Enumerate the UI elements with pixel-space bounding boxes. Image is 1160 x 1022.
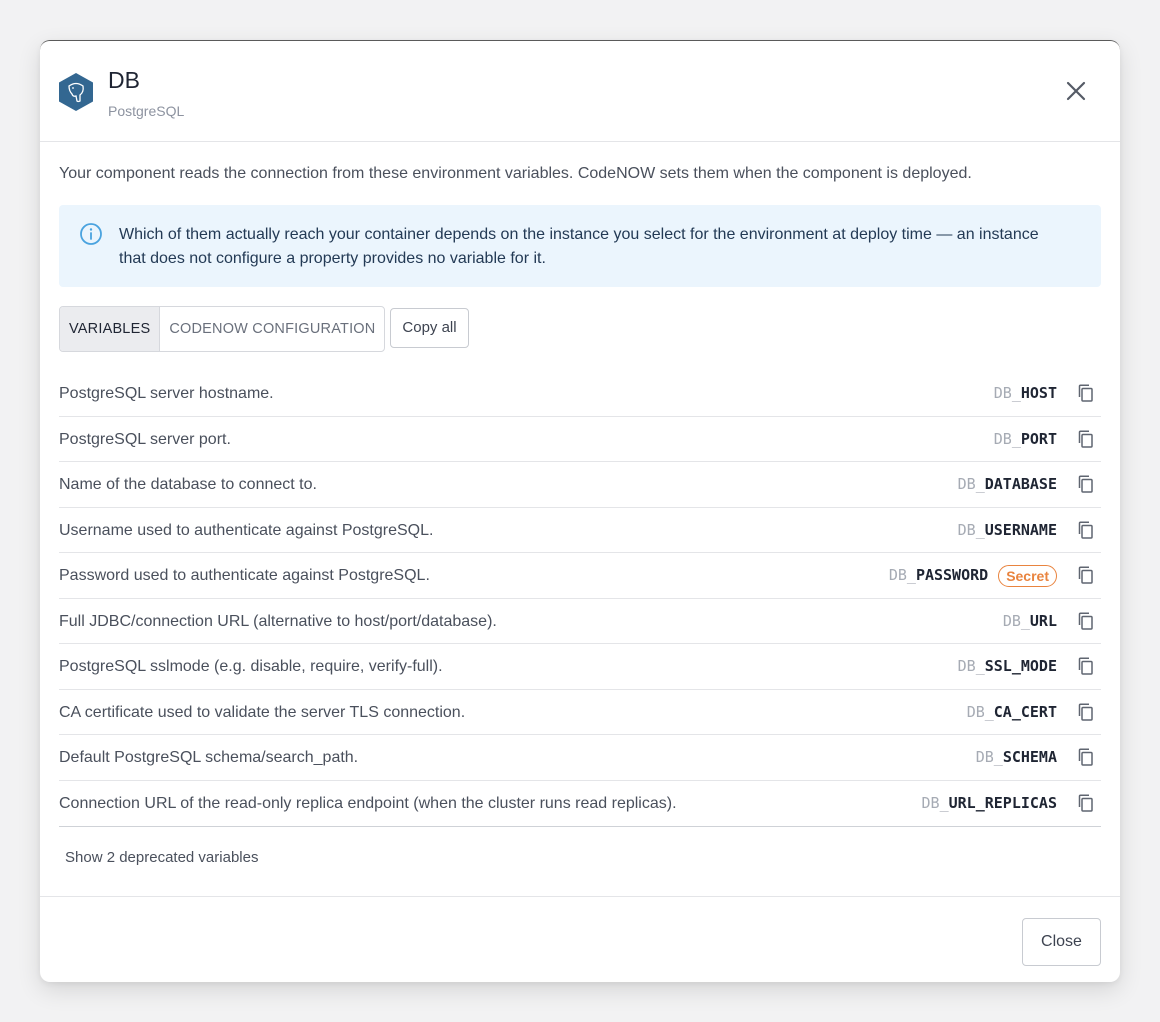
copy-icon[interactable] [1077, 793, 1095, 812]
variable-name: DB_ URL [1003, 599, 1057, 644]
variable-row: PostgreSQL sslmode (e.g. disable, requir… [59, 644, 1101, 690]
copy-all-button[interactable]: Copy all [390, 308, 469, 348]
variable-prefix: DB_ [921, 793, 949, 812]
variable-name: DB_ HOST [994, 371, 1057, 416]
close-icon[interactable] [1064, 79, 1088, 103]
variable-description: Full JDBC/connection URL (alternative to… [59, 612, 497, 630]
variable-description: Default PostgreSQL schema/search_path. [59, 749, 359, 766]
variable-row: Default PostgreSQL schema/search_path. DB… [59, 735, 1101, 781]
variables-list: PostgreSQL server hostname. DB_ HOST Postgr… [59, 371, 1101, 827]
variable-description: Username used to authenticate against Po… [59, 521, 434, 539]
variable-name: DB_ SSL_MODE [958, 644, 1057, 689]
variable-name: DB_ PASSWORD Secret [889, 553, 1057, 598]
copy-icon[interactable] [1077, 520, 1095, 539]
variable-row: PostgreSQL server port. DB_ PORT [59, 417, 1101, 462]
variable-description: PostgreSQL sslmode (e.g. disable, requir… [59, 658, 443, 675]
variable-prefix: DB_ [1002, 611, 1030, 630]
variable-name: DB_ CA_CERT [967, 690, 1057, 735]
variable-prefix: DB_ [888, 566, 916, 584]
variable-key: CA_CERT [993, 702, 1057, 721]
secret-badge: Secret [998, 564, 1057, 587]
postgresql-elephant-icon [59, 73, 93, 111]
copy-icon[interactable] [1077, 748, 1095, 766]
variable-row: Password used to authenticate against Po… [59, 553, 1101, 599]
copy-icon[interactable] [1077, 475, 1095, 493]
copy-icon[interactable] [1077, 657, 1095, 675]
copy-icon[interactable] [1077, 611, 1095, 630]
variable-key: HOST [1020, 384, 1057, 402]
variable-name: DB_ URL_REPLICAS [922, 781, 1057, 826]
dialog-header: DB PostgreSQL [40, 41, 1120, 142]
variable-row: PostgreSQL server hostname. DB_ HOST [59, 371, 1101, 417]
variable-prefix: DB_ [966, 702, 994, 721]
variable-prefix: DB_ [957, 520, 985, 539]
dialog-footer: Close [40, 896, 1120, 982]
variable-key: USERNAME [984, 520, 1057, 539]
copy-icon[interactable] [1077, 702, 1095, 721]
tab-variables[interactable]: VARIABLES [60, 307, 161, 351]
variable-key: URL_REPLICAS [948, 793, 1057, 812]
tab-group: VARIABLES CODENOW CONFIGURATION [59, 306, 386, 352]
variable-description: PostgreSQL server port. [59, 430, 231, 448]
variable-key: PORT [1020, 429, 1057, 448]
variable-description: PostgreSQL server hostname. [59, 385, 274, 402]
variable-row: Name of the database to connect to. DB_ DA… [59, 462, 1101, 508]
variable-prefix: DB_ [957, 657, 985, 675]
variable-key: SCHEMA [1002, 748, 1057, 766]
copy-icon[interactable] [1077, 429, 1095, 448]
info-banner: Which of them actually reach your contai… [59, 205, 1101, 287]
dialog-subtitle: PostgreSQL [108, 103, 185, 119]
info-text: Which of them actually reach your contai… [119, 226, 1039, 267]
variable-description: Password used to authenticate against Po… [59, 567, 430, 584]
variable-key: DATABASE [984, 475, 1057, 493]
dialog-title: DB [108, 67, 140, 93]
variable-row: CA certificate used to validate the serv… [59, 690, 1101, 735]
variable-name: DB_ DATABASE [958, 462, 1057, 507]
tab-codenow-configuration[interactable]: CODENOW CONFIGURATION [160, 307, 384, 351]
variable-key: SSL_MODE [984, 657, 1057, 675]
env-variables-dialog: DB PostgreSQL Your component reads the c… [40, 40, 1120, 982]
copy-icon[interactable] [1077, 566, 1095, 584]
variable-description: CA certificate used to validate the serv… [59, 703, 466, 721]
close-button[interactable]: Close [1022, 918, 1101, 966]
variable-name: DB_ SCHEMA [976, 735, 1057, 780]
variable-key: PASSWORD [915, 566, 989, 584]
variable-name: DB_ USERNAME [958, 508, 1057, 553]
intro-text: Your component reads the connection from… [59, 165, 972, 182]
variable-key: URL [1029, 611, 1057, 630]
show-deprecated-toggle[interactable]: Show 2 deprecated variables [65, 849, 258, 866]
variable-prefix: DB_ [975, 748, 1003, 766]
variable-prefix: DB_ [957, 475, 985, 493]
variable-row: Full JDBC/connection URL (alternative to… [59, 599, 1101, 644]
variable-row: Connection URL of the read-only replica … [59, 781, 1101, 827]
info-icon [80, 223, 102, 245]
variable-prefix: DB_ [993, 429, 1021, 448]
variable-description: Connection URL of the read-only replica … [59, 794, 677, 812]
variable-description: Name of the database to connect to. [59, 476, 317, 493]
copy-icon[interactable] [1077, 384, 1095, 402]
variable-prefix: DB_ [993, 384, 1021, 402]
variable-row: Username used to authenticate against Po… [59, 508, 1101, 553]
variable-name: DB_ PORT [994, 417, 1057, 462]
